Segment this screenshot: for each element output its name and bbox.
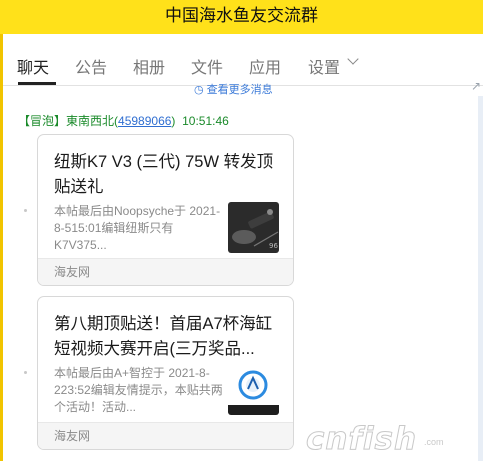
- card-description: 本帖最后由A+智控于 2021-8-223:52编辑友情提示，本贴共两个活动！活…: [54, 366, 223, 414]
- clock-icon: ◷: [194, 84, 207, 96]
- message-bullet-icon: [24, 371, 27, 374]
- product-photo-icon: 96: [228, 202, 279, 253]
- tab-files[interactable]: 文件: [191, 54, 223, 78]
- watermark-suffix: .com: [424, 437, 444, 447]
- message-header: 【冒泡】東南西北(45989066) 10:51:46: [18, 114, 229, 128]
- tab-apps[interactable]: 应用: [249, 54, 281, 78]
- expand-arrow-icon[interactable]: ↗: [471, 79, 481, 93]
- tab-settings[interactable]: 设置: [308, 54, 340, 78]
- watermark: cnfish: [305, 421, 418, 458]
- tab-chat[interactable]: 聊天: [17, 54, 49, 78]
- sender-name[interactable]: 東南西北: [66, 114, 114, 128]
- scrollbar-track[interactable]: [478, 96, 483, 461]
- message-bullet-icon: [24, 209, 27, 212]
- load-more-history-link[interactable]: ◷ 查看更多消息: [194, 81, 273, 97]
- a7-logo-icon: [228, 364, 279, 415]
- tab-announcements[interactable]: 公告: [75, 54, 107, 78]
- tab-bar: 聊天 公告 相册 文件 应用 设置 ↗: [3, 34, 483, 93]
- svg-text:96: 96: [269, 242, 278, 250]
- chevron-down-icon[interactable]: [347, 53, 359, 65]
- load-more-label: 查看更多消息: [206, 84, 273, 96]
- left-edge-strip: [0, 34, 3, 461]
- card-title: 第八期顶贴送！首届A7杯海缸短视频大赛开启(三万奖品...: [54, 315, 273, 358]
- sender-id-link[interactable]: 45989066: [118, 114, 171, 128]
- active-tab-underline: [18, 82, 56, 85]
- card-description: 本帖最后由Noopsyche于 2021-8-515:01编辑纽斯只有K7V37…: [54, 204, 221, 252]
- card-title: 纽斯K7 V3 (三代) 75W 转发顶贴送礼: [54, 153, 274, 196]
- card-source: 海友网: [38, 422, 293, 449]
- link-card[interactable]: 第八期顶贴送！首届A7杯海缸短视频大赛开启(三万奖品... 本帖最后由A+智控于…: [37, 296, 294, 450]
- message-time: 10:51:46: [182, 114, 229, 128]
- tab-album[interactable]: 相册: [133, 54, 165, 78]
- link-card[interactable]: 纽斯K7 V3 (三代) 75W 转发顶贴送礼 本帖最后由Noopsyche于 …: [37, 134, 294, 286]
- window-title: 中国海水鱼友交流群: [165, 6, 318, 25]
- window-title-bar: 中国海水鱼友交流群: [0, 0, 483, 34]
- message-badge: 【冒泡】: [18, 114, 67, 128]
- card-source: 海友网: [38, 258, 293, 285]
